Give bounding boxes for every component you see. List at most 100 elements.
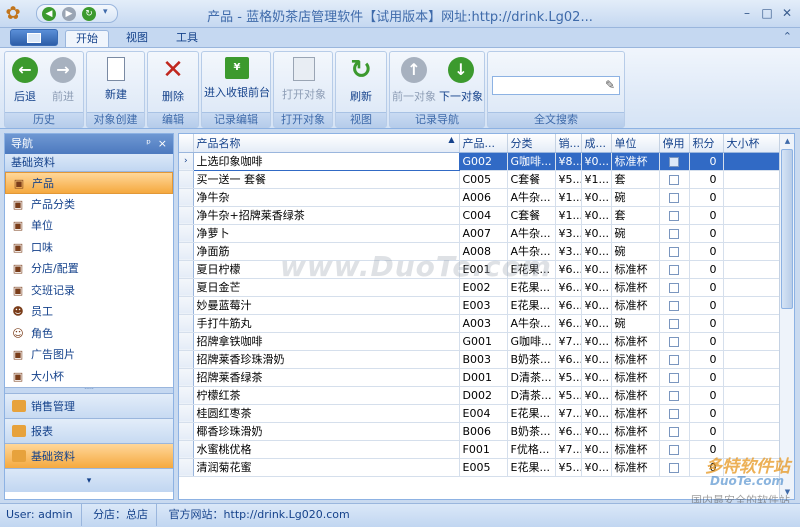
disabled-cell[interactable] (659, 314, 690, 333)
product-name-cell[interactable]: 上选印象咖啡 (192, 151, 460, 171)
table-row[interactable]: 夏日柠檬 E001 E花果... ¥6... ¥0... 标准杯 0 (179, 260, 780, 279)
row-header[interactable] (179, 242, 194, 261)
price-cell[interactable]: ¥5... (555, 386, 582, 405)
points-cell[interactable]: 0 (689, 170, 724, 189)
cup-size-cell[interactable] (723, 296, 780, 315)
unit-cell[interactable]: 标准杯 (611, 440, 660, 459)
cup-size-cell[interactable] (723, 458, 780, 477)
forward-button[interactable]: → 前进 (45, 55, 81, 110)
category-cell[interactable]: B奶茶... (507, 350, 556, 369)
unit-cell[interactable]: 标准杯 (611, 260, 660, 279)
category-cell[interactable]: A牛杂... (507, 224, 556, 243)
row-header[interactable] (179, 224, 194, 243)
nav-expand-button[interactable]: ▾ (5, 468, 173, 492)
disabled-cell[interactable] (659, 440, 690, 459)
points-cell[interactable]: 0 (689, 224, 724, 243)
price-cell[interactable]: ¥5... (555, 458, 582, 477)
delete-button[interactable]: ✕ 删除 (153, 55, 193, 110)
table-row[interactable]: 净牛杂 A006 A牛杂... ¥1... ¥0... 碗 0 (179, 188, 780, 207)
product-name-cell[interactable]: 净牛杂+招牌莱香绿茶 (193, 206, 460, 225)
row-header[interactable] (179, 350, 194, 369)
price-cell[interactable]: ¥6... (555, 350, 582, 369)
unit-cell[interactable]: 碗 (611, 224, 660, 243)
product-code-cell[interactable]: D002 (459, 386, 508, 405)
disabled-checkbox[interactable] (669, 318, 679, 329)
cost-cell[interactable]: ¥0... (581, 440, 612, 459)
product-code-cell[interactable]: C004 (459, 206, 508, 225)
cup-size-cell[interactable] (723, 278, 780, 297)
disabled-checkbox[interactable] (669, 246, 679, 257)
points-cell[interactable]: 0 (689, 368, 724, 387)
disabled-cell[interactable] (659, 188, 690, 207)
cost-cell[interactable]: ¥0... (581, 404, 612, 423)
price-cell[interactable]: ¥7... (555, 440, 582, 459)
previous-object-button[interactable]: ↑ 前一对象 (392, 55, 436, 110)
tab-tools[interactable]: 工具 (165, 30, 209, 47)
product-name-cell[interactable]: 柠檬红茶 (193, 386, 460, 405)
table-row[interactable]: 柠檬红茶 D002 D清茶... ¥5... ¥0... 标准杯 0 (179, 386, 780, 405)
cup-size-cell[interactable] (723, 224, 780, 243)
eraser-icon[interactable]: ✎ (605, 78, 615, 92)
unit-cell[interactable]: 标准杯 (611, 296, 660, 315)
unit-cell[interactable]: 碗 (611, 314, 660, 333)
unit-cell[interactable]: 标准杯 (611, 368, 660, 387)
category-cell[interactable]: B奶茶... (507, 422, 556, 441)
cost-cell[interactable]: ¥0... (581, 242, 612, 261)
scroll-up-icon[interactable]: ▲ (780, 134, 794, 148)
cost-cell[interactable]: ¥0... (581, 260, 612, 279)
tab-start[interactable]: 开始 (65, 30, 109, 47)
category-cell[interactable]: A牛杂... (507, 188, 556, 207)
product-name-cell[interactable]: 妙曼蓝莓汁 (193, 296, 460, 315)
row-header[interactable] (179, 296, 194, 315)
cost-cell[interactable]: ¥0... (581, 206, 612, 225)
row-header[interactable] (179, 206, 194, 225)
unit-cell[interactable]: 标准杯 (611, 152, 660, 171)
nav-pane-button[interactable]: 销售管理 (5, 393, 173, 418)
category-cell[interactable]: C套餐 (507, 206, 556, 225)
unit-cell[interactable]: 标准杯 (611, 332, 660, 351)
row-header[interactable] (179, 332, 194, 351)
row-header[interactable] (179, 440, 194, 459)
price-cell[interactable]: ¥6... (555, 422, 582, 441)
points-cell[interactable]: 0 (689, 152, 724, 171)
points-cell[interactable]: 0 (689, 404, 724, 423)
cost-cell[interactable]: ¥0... (581, 368, 612, 387)
product-name-cell[interactable]: 清润菊花蜜 (193, 458, 460, 477)
nav-item[interactable]: ☺ 角色 (5, 323, 173, 345)
points-cell[interactable]: 0 (689, 350, 724, 369)
disabled-checkbox[interactable] (669, 282, 679, 293)
product-name-cell[interactable]: 净萝卜 (193, 224, 460, 243)
row-header[interactable] (179, 260, 194, 279)
table-row[interactable]: 净面筋 A008 A牛杂... ¥3... ¥0... 碗 0 (179, 242, 780, 261)
points-cell[interactable]: 0 (689, 314, 724, 333)
product-code-cell[interactable]: A003 (459, 314, 508, 333)
row-header[interactable] (179, 278, 194, 297)
product-code-cell[interactable]: E003 (459, 296, 508, 315)
cup-size-cell[interactable] (723, 206, 780, 225)
disabled-checkbox[interactable] (669, 264, 679, 275)
disabled-cell[interactable] (659, 260, 690, 279)
nav-item[interactable]: ▣ 分店/配置 (5, 258, 173, 280)
disabled-cell[interactable] (659, 350, 690, 369)
unit-cell[interactable]: 套 (611, 206, 660, 225)
disabled-checkbox[interactable] (669, 210, 679, 221)
price-cell[interactable]: ¥3... (555, 242, 582, 261)
table-row[interactable]: 手打牛筋丸 A003 A牛杂... ¥6... ¥0... 碗 0 (179, 314, 780, 333)
table-row[interactable]: 桂圆红枣茶 E004 E花果... ¥7... ¥0... 标准杯 0 (179, 404, 780, 423)
points-cell[interactable]: 0 (689, 188, 724, 207)
tab-view[interactable]: 视图 (115, 30, 159, 47)
price-cell[interactable]: ¥5... (555, 170, 582, 189)
cup-size-cell[interactable] (723, 242, 780, 261)
nav-item[interactable]: ▣ 交班记录 (5, 280, 173, 302)
nav-item[interactable]: ☻ 员工 (5, 301, 173, 323)
unit-cell[interactable]: 碗 (611, 188, 660, 207)
nav-item[interactable]: ▣ 口味 (5, 237, 173, 259)
points-cell[interactable]: 0 (689, 440, 724, 459)
unit-cell[interactable]: 碗 (611, 242, 660, 261)
product-code-cell[interactable]: F001 (459, 440, 508, 459)
table-row[interactable]: 夏日金芒 E002 E花果... ¥6... ¥0... 标准杯 0 (179, 278, 780, 297)
unit-cell[interactable]: 标准杯 (611, 422, 660, 441)
product-code-cell[interactable]: G001 (459, 332, 508, 351)
disabled-checkbox[interactable] (669, 300, 679, 311)
cost-cell[interactable]: ¥0... (581, 152, 612, 171)
